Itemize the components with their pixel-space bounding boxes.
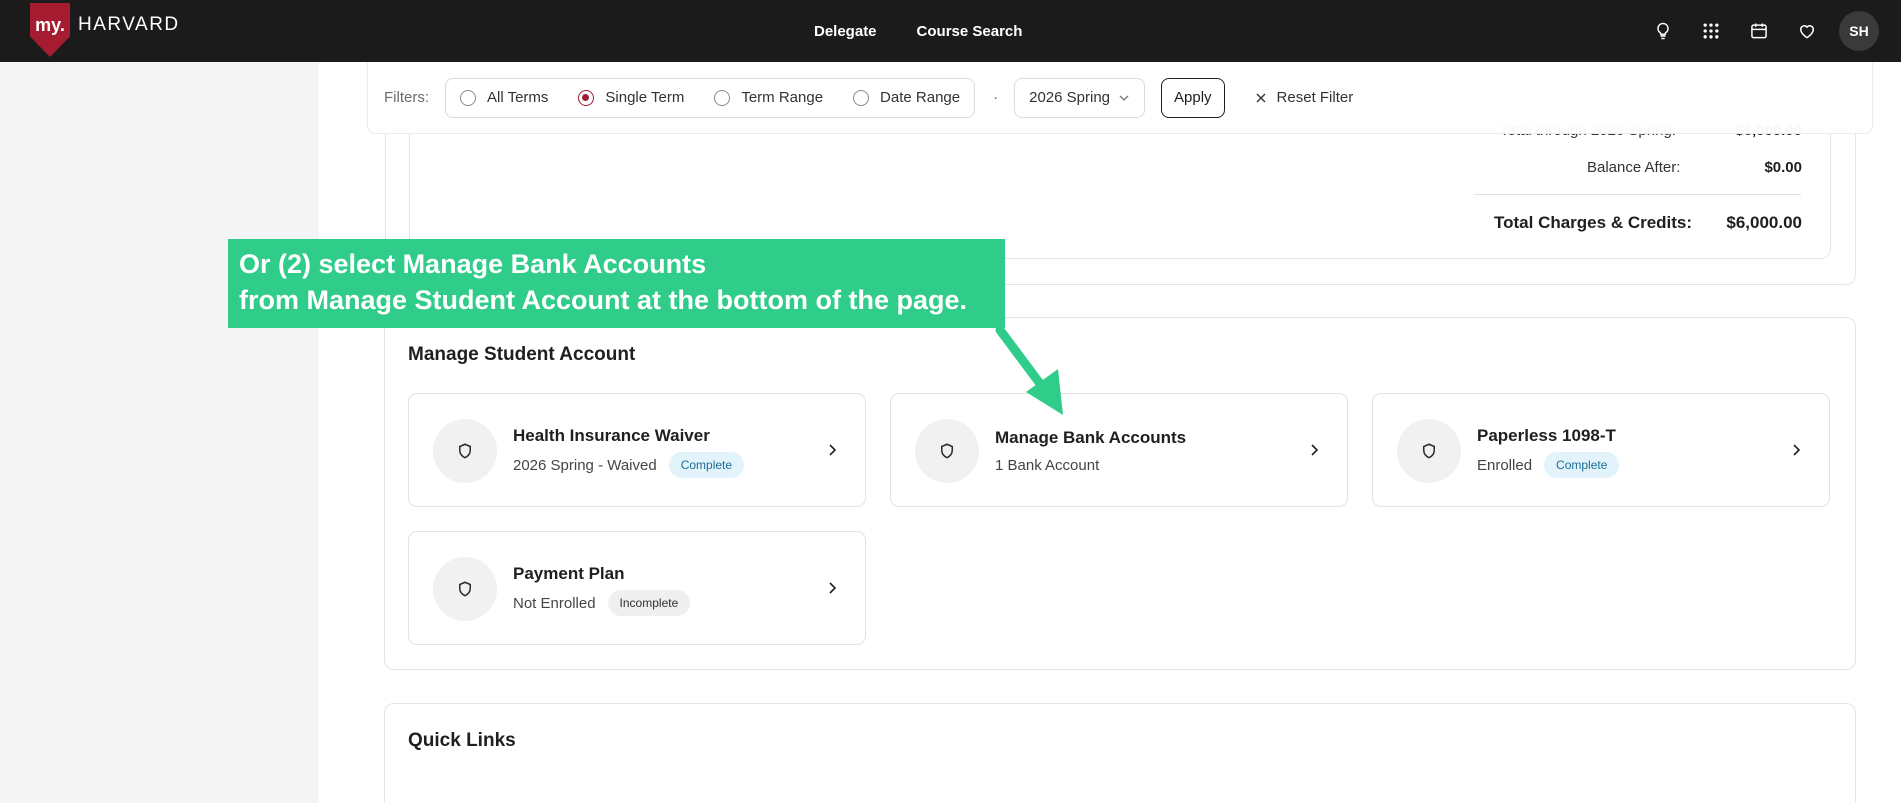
- shield-icon: [433, 557, 497, 621]
- filter-separator: ·: [993, 89, 999, 106]
- radio-label: All Terms: [487, 89, 549, 106]
- chevron-right-icon: [829, 444, 837, 456]
- tile-title: Paperless 1098-T: [1477, 426, 1616, 445]
- tile-subtitle: 2026 Spring - Waived: [513, 456, 657, 474]
- heart-icon[interactable]: [1783, 0, 1831, 62]
- radio-date-range[interactable]: Date Range: [853, 89, 960, 106]
- my-harvard-logo[interactable]: my. HARVARD: [30, 0, 180, 62]
- total-charges-label: Total Charges & Credits:: [1494, 213, 1693, 232]
- logo-prefix: my.: [35, 15, 65, 35]
- tile-subtitle: 1 Bank Account: [995, 457, 1100, 474]
- chevron-down-icon: [1119, 95, 1129, 101]
- shield-icon: [1397, 419, 1461, 483]
- filters-label: Filters:: [384, 89, 429, 106]
- manage-section-title: Manage Student Account: [408, 344, 636, 365]
- status-badge: Incomplete: [607, 590, 691, 616]
- total-charges-value: $6,000.00: [1726, 213, 1802, 232]
- tile-subtitle-row: Enrolled Complete: [1477, 452, 1620, 478]
- status-badge: Complete: [668, 452, 745, 478]
- annotation-callout: Or (2) select Manage Bank Accounts from …: [228, 239, 1005, 328]
- quick-links-title: Quick Links: [408, 730, 516, 751]
- quick-links-section: [384, 703, 1856, 803]
- term-select-dropdown[interactable]: 2026 Spring: [1014, 77, 1146, 118]
- tile-paperless-1098t[interactable]: Paperless 1098-T Enrolled Complete: [1372, 393, 1830, 507]
- charges-divider: [1474, 194, 1801, 195]
- balance-after-label: Balance After:: [1587, 159, 1681, 176]
- left-sidebar: [0, 62, 319, 803]
- chevron-right-icon: [829, 582, 837, 594]
- apply-button[interactable]: Apply: [1161, 77, 1225, 118]
- top-nav-bar: my. HARVARD Delegate Course Search SH: [0, 0, 1901, 62]
- tile-subtitle: Not Enrolled: [513, 594, 596, 612]
- tile-title: Manage Bank Accounts: [995, 428, 1187, 447]
- radio-all-terms[interactable]: All Terms: [460, 89, 548, 106]
- radio-unchecked-icon: [853, 89, 870, 106]
- status-badge: Complete: [1544, 452, 1620, 478]
- user-avatar[interactable]: SH: [1839, 11, 1879, 51]
- lightbulb-icon[interactable]: [1639, 0, 1687, 62]
- close-icon: [1256, 93, 1266, 102]
- reset-filter-button[interactable]: Reset Filter: [1255, 89, 1354, 106]
- calendar-icon[interactable]: [1735, 0, 1783, 62]
- tile-subtitle-row: 1 Bank Account: [995, 457, 1099, 474]
- apps-grid-icon[interactable]: [1687, 0, 1735, 62]
- annotation-line-2: from Manage Student Account at the botto…: [239, 285, 967, 315]
- shield-icon: [915, 419, 979, 483]
- tile-manage-bank-accounts[interactable]: Manage Bank Accounts 1 Bank Account: [890, 393, 1348, 507]
- radio-checked-icon: [578, 89, 595, 106]
- radio-label: Single Term: [605, 89, 685, 106]
- logo-name: HARVARD: [78, 14, 180, 35]
- annotation-line-1: Or (2) select Manage Bank Accounts: [239, 249, 707, 279]
- radio-single-term[interactable]: Single Term: [578, 89, 684, 106]
- radio-unchecked-icon: [714, 89, 731, 106]
- radio-unchecked-icon: [460, 89, 476, 106]
- tile-subtitle: Enrolled: [1477, 456, 1533, 474]
- tile-title: Payment Plan: [513, 564, 625, 583]
- balance-after-value: $0.00: [1764, 159, 1802, 176]
- chevron-right-icon: [1311, 444, 1319, 456]
- term-select-value: 2026 Spring: [1029, 89, 1111, 106]
- tile-title: Health Insurance Waiver: [513, 426, 710, 445]
- tile-subtitle-row: 2026 Spring - Waived Complete: [513, 452, 745, 478]
- main-nav: Delegate Course Search: [814, 0, 1022, 62]
- radio-label: Date Range: [880, 89, 961, 106]
- term-filter-radio-group: All Terms Single Term Term Range Date Ra…: [445, 77, 976, 118]
- harvard-shield-icon: my.: [30, 3, 70, 57]
- nav-course-search[interactable]: Course Search: [917, 23, 1023, 40]
- nav-icon-group: SH: [1639, 0, 1901, 62]
- radio-label: Term Range: [741, 89, 824, 106]
- nav-delegate[interactable]: Delegate: [814, 23, 877, 40]
- tile-subtitle-row: Not Enrolled Incomplete: [513, 590, 691, 616]
- tile-payment-plan[interactable]: Payment Plan Not Enrolled Incomplete: [408, 531, 866, 645]
- shield-icon: [433, 419, 497, 483]
- radio-term-range[interactable]: Term Range: [714, 89, 823, 106]
- filter-bar: Filters: All Terms Single Term Term Rang…: [367, 62, 1873, 134]
- reset-filter-label: Reset Filter: [1276, 89, 1354, 106]
- chevron-right-icon: [1793, 444, 1801, 456]
- tile-health-insurance-waiver[interactable]: Health Insurance Waiver 2026 Spring - Wa…: [408, 393, 866, 507]
